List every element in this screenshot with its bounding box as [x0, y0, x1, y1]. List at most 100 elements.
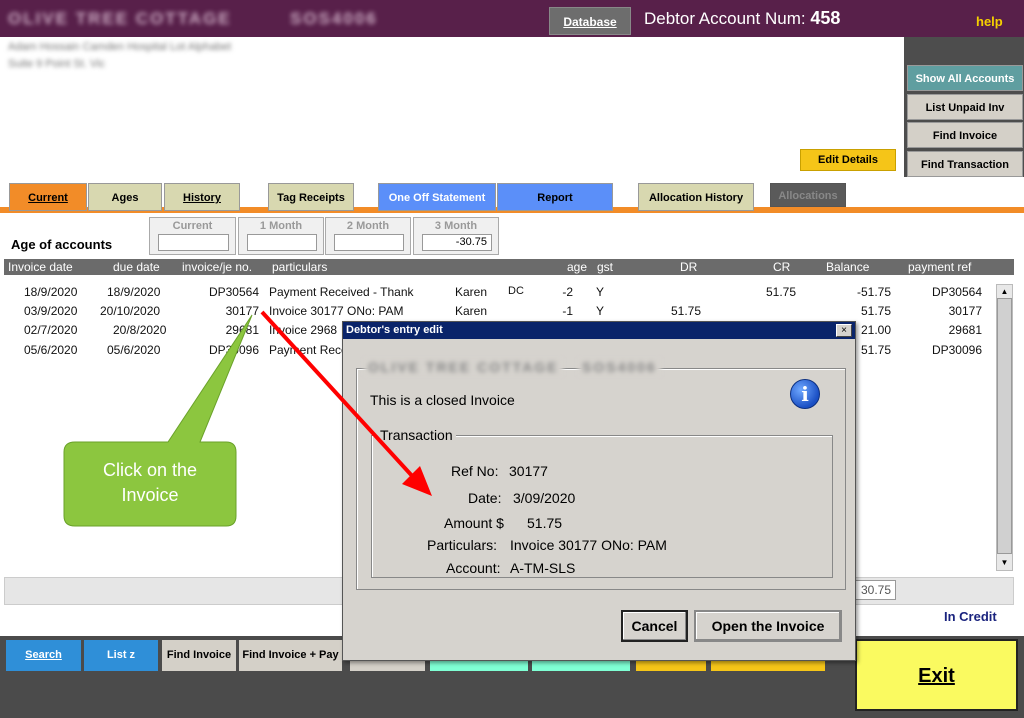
cell-invoice-no: 29681: [225, 323, 259, 337]
cell-payment-ref: DP30564: [931, 285, 982, 299]
show-all-accounts-button[interactable]: Show All Accounts: [907, 65, 1023, 91]
transaction-group-label: Transaction: [377, 427, 456, 443]
tab-current[interactable]: Current: [9, 183, 87, 211]
cell-invoice-no: 30177: [225, 304, 259, 318]
tab-allocations: Allocations: [770, 183, 846, 207]
transaction-group: [371, 435, 833, 578]
bottom-button-strip[interactable]: [350, 661, 425, 671]
cell-invoice-no: DP30096: [208, 343, 259, 357]
dialog-company-code: SOS4006: [578, 359, 661, 375]
ref-no-label: Ref No:: [451, 463, 499, 479]
cell-invoice-date: 03/9/2020: [24, 304, 78, 318]
find-invoice-side-button[interactable]: Find Invoice: [907, 122, 1023, 148]
dialog-title: Debtor's entry edit: [343, 322, 855, 339]
age-current-value[interactable]: [158, 234, 229, 251]
cell-user: Karen: [455, 304, 488, 318]
col-particulars[interactable]: particulars: [272, 260, 327, 274]
col-due-date[interactable]: due date: [113, 260, 160, 274]
age-1month-value[interactable]: [247, 234, 317, 251]
cell-invoice-date: 05/6/2020: [24, 343, 78, 357]
dialog-company-name: OLIVE TREE COTTAGE: [364, 359, 563, 375]
company-code: SOS4006: [290, 9, 378, 28]
cell-particulars: Invoice 2968: [269, 323, 338, 337]
age-3month-label: 3 Month: [434, 220, 478, 232]
col-age[interactable]: age: [567, 260, 587, 274]
cell-payment-ref: DP30096: [931, 343, 982, 357]
cell-balance: -51.75: [856, 285, 891, 299]
particulars-label: Particulars:: [427, 537, 498, 553]
find-invoice-button[interactable]: Find Invoice: [162, 640, 236, 671]
col-payment-ref[interactable]: payment ref: [908, 260, 971, 274]
cell-due-date: 18/9/2020: [107, 285, 161, 299]
age-3month-box: 3 Month -30.75: [413, 217, 499, 255]
age-2month-value[interactable]: [334, 234, 404, 251]
closed-invoice-message: This is a closed Invoice: [370, 392, 515, 408]
cell-particulars: Invoice 30177 ONo: PAM: [269, 304, 404, 318]
col-dr[interactable]: DR: [680, 260, 697, 274]
database-button[interactable]: Database: [549, 7, 631, 35]
cell-flag: DC: [508, 285, 524, 297]
age-current-box: Current: [149, 217, 236, 255]
open-invoice-button[interactable]: Open the Invoice: [694, 610, 842, 642]
date-value: 3/09/2020: [513, 490, 576, 506]
col-invoice-no[interactable]: invoice/je no.: [182, 260, 252, 274]
cell-cr: 51.75: [765, 285, 796, 299]
cell-dr: 51.75: [670, 304, 701, 318]
col-invoice-date[interactable]: Invoice date: [8, 260, 73, 274]
help-link[interactable]: help: [976, 14, 1003, 29]
tab-history[interactable]: History: [164, 183, 240, 211]
cell-gst: Y: [596, 285, 605, 299]
date-label: Date:: [468, 490, 502, 506]
ref-no-value: 30177: [509, 463, 548, 479]
cell-invoice-date: 02/7/2020: [24, 323, 78, 337]
cell-user: Karen: [455, 285, 488, 299]
tab-ages[interactable]: Ages: [88, 183, 162, 211]
tab-allocation-history[interactable]: Allocation History: [638, 183, 754, 211]
company-name: OLIVE TREE COTTAGE: [8, 9, 232, 28]
scroll-up-icon[interactable]: ▲: [997, 285, 1012, 299]
age-1month-label: 1 Month: [259, 220, 303, 232]
col-gst[interactable]: gst: [597, 260, 613, 274]
cell-balance: 51.75: [860, 304, 891, 318]
particulars-value: Invoice 30177 ONo: PAM: [510, 537, 667, 553]
amount-value: 51.75: [527, 515, 563, 531]
bottom-button-strip[interactable]: [532, 661, 630, 671]
scrollbar-thumb[interactable]: [997, 298, 1012, 554]
age-1month-box: 1 Month: [238, 217, 324, 255]
cell-due-date: 05/6/2020: [107, 343, 161, 357]
address-line-1: Adam Hossain Camden Hospital Lot Alphabe…: [8, 41, 232, 53]
bottom-button-strip[interactable]: [711, 661, 825, 671]
col-cr[interactable]: CR: [773, 260, 790, 274]
bottom-button-strip[interactable]: [430, 661, 528, 671]
cell-payment-ref: 29681: [948, 323, 982, 337]
list-z-button[interactable]: List z: [84, 640, 158, 671]
age-3month-value[interactable]: -30.75: [422, 234, 492, 251]
account-label: Debtor Account Num:: [644, 9, 806, 28]
edit-details-button[interactable]: Edit Details: [800, 149, 896, 171]
info-icon: i: [790, 379, 820, 409]
cell-particulars: Payment Received - Thank: [269, 285, 414, 299]
col-balance[interactable]: Balance: [826, 260, 869, 274]
cancel-button[interactable]: Cancel: [621, 610, 688, 642]
tab-one-off-statement[interactable]: One Off Statement: [378, 183, 496, 211]
find-invoice-pay-button[interactable]: Find Invoice + Pay: [239, 640, 342, 671]
amount-label: Amount $: [444, 515, 504, 531]
age-2month-label: 2 Month: [346, 220, 390, 232]
exit-button[interactable]: Exit: [855, 639, 1018, 711]
callout-line-2: Invoice: [121, 485, 179, 505]
address-line-2: Suite 9 Point St. Vic: [8, 58, 106, 70]
cell-payment-ref: 30177: [948, 304, 982, 318]
tab-tag-receipts[interactable]: Tag Receipts: [268, 183, 354, 211]
search-button[interactable]: Search: [6, 640, 81, 671]
bottom-button-strip[interactable]: [636, 661, 706, 671]
cell-age: -2: [562, 285, 573, 299]
account-number: 458: [810, 8, 841, 28]
list-unpaid-invoices-button[interactable]: List Unpaid Inv: [907, 94, 1023, 120]
close-icon[interactable]: ×: [836, 324, 852, 337]
scroll-down-icon[interactable]: ▼: [997, 556, 1012, 570]
find-transaction-button[interactable]: Find Transaction: [907, 151, 1023, 177]
age-of-accounts-title: Age of accounts: [11, 237, 113, 252]
age-current-label: Current: [172, 220, 213, 232]
tab-report[interactable]: Report: [497, 183, 613, 211]
cell-due-date: 20/8/2020: [113, 323, 167, 337]
